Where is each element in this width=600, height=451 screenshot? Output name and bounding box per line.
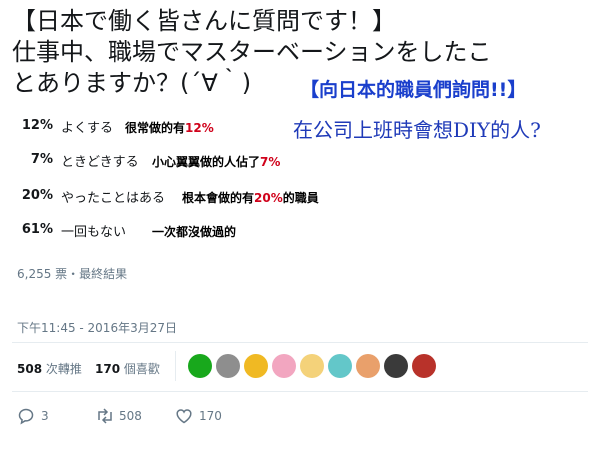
retweets-stat[interactable]: 508 次轉推 [17, 360, 82, 377]
poll-percent: 12% [21, 118, 53, 133]
poll-label: よくする [61, 121, 114, 136]
reply-action[interactable]: 3 [17, 407, 67, 427]
avatar-orange-hair-girl[interactable] [356, 354, 380, 378]
like-count: 170 [199, 409, 222, 423]
likes-stat[interactable]: 170 個喜歡 [95, 360, 160, 377]
tweet-timestamp[interactable]: 下午11:45 - 2016年3月27日 [17, 319, 177, 336]
reply-icon [18, 408, 34, 425]
poll-label: ときどきする [61, 155, 139, 170]
poll-percent: 20% [21, 188, 53, 203]
divider [12, 391, 588, 392]
retweets-label: 次轉推 [45, 362, 82, 376]
poll-option-4: 61% 一回もない 一次都沒做過的 [17, 217, 357, 243]
divider [12, 342, 588, 343]
avatar-dark-hair-person[interactable] [384, 354, 408, 378]
avatar-teal-hair-girl[interactable] [328, 354, 352, 378]
avatar-pink-hair-girl[interactable] [272, 354, 296, 378]
retweet-count: 508 [119, 409, 142, 423]
heart-icon [176, 409, 192, 424]
poll-question-line-2: 仕事中、職場でマスターベーションをしたこ [12, 38, 492, 66]
retweets-count: 508 [17, 362, 43, 376]
overlay-subtitle: 在公司上班時會想DIY的人? [293, 118, 541, 142]
poll-note: 小心翼翼做的人佔了7% [152, 155, 281, 169]
reply-count: 3 [41, 409, 49, 423]
poll-note: 根本會做的有20%的職員 [182, 191, 319, 205]
likes-label: 個喜歡 [123, 362, 160, 376]
poll-percent: 61% [21, 222, 53, 237]
avatar-yellow-character[interactable] [244, 354, 268, 378]
poll-percent: 7% [30, 152, 53, 167]
like-action[interactable]: 170 [175, 407, 235, 427]
stats-divider [175, 351, 176, 381]
likes-count: 170 [95, 362, 121, 376]
poll-note: 一次都沒做過的 [152, 225, 237, 239]
poll-question-line-3: とありますか？(´∀｀) [12, 69, 252, 97]
avatar-gray-creature[interactable] [216, 354, 240, 378]
poll-option-1: 12% よくする 很常做的有12% [17, 113, 287, 139]
poll-label: やったことはある [61, 191, 166, 206]
overlay-title: 【向日本的職員們詢問!!】 [300, 79, 527, 101]
poll-note: 很常做的有12% [125, 121, 214, 135]
poll-question-line-1: 【日本で働く皆さんに質問です！】 [12, 7, 396, 35]
poll-option-2: 7% ときどきする 小心翼翼做的人佔了7% [17, 147, 317, 173]
avatar-green-circle[interactable] [188, 354, 212, 378]
poll-label: 一回もない [61, 225, 127, 240]
avatar-blonde-girl[interactable] [300, 354, 324, 378]
poll-votes-summary: 6,255 票・最終結果 [17, 267, 128, 281]
retweet-icon [98, 408, 112, 424]
poll-option-3: 20% やったことはある 根本會做的有20%的職員 [17, 183, 357, 209]
avatar-red-hair-character[interactable] [412, 354, 436, 378]
retweet-action[interactable]: 508 [95, 407, 155, 427]
